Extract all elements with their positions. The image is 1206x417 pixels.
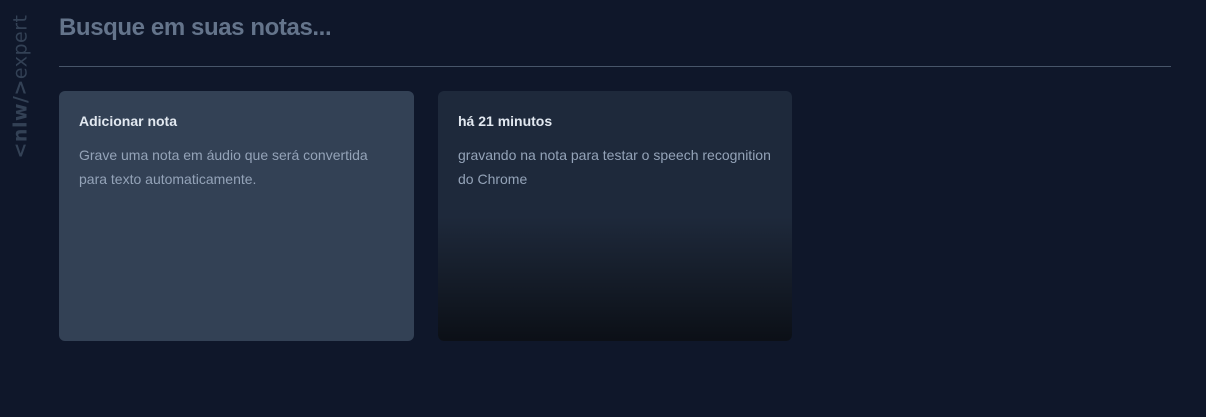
note-content: gravando na nota para testar o speech re… bbox=[458, 147, 771, 187]
logo-text-expert: expert bbox=[9, 14, 32, 79]
note-date: há 21 minutos bbox=[458, 113, 553, 129]
nlw-expert-logo: <nlw/>expert bbox=[8, 14, 34, 158]
logo-text: <nlw/>expert bbox=[9, 14, 32, 158]
search-divider bbox=[59, 66, 1171, 67]
logo-text-nlw: <nlw/> bbox=[9, 78, 32, 158]
app-root: <nlw/>expert Adicionar nota Grave uma no… bbox=[0, 0, 1206, 417]
add-note-card[interactable]: Adicionar nota Grave uma nota em áudio q… bbox=[59, 91, 414, 341]
search-input[interactable] bbox=[59, 8, 1170, 48]
add-note-description: Grave uma nota em áudio que será convert… bbox=[79, 147, 368, 187]
note-card[interactable]: há 21 minutos gravando na nota para test… bbox=[438, 91, 792, 341]
add-note-title: Adicionar nota bbox=[79, 113, 178, 129]
